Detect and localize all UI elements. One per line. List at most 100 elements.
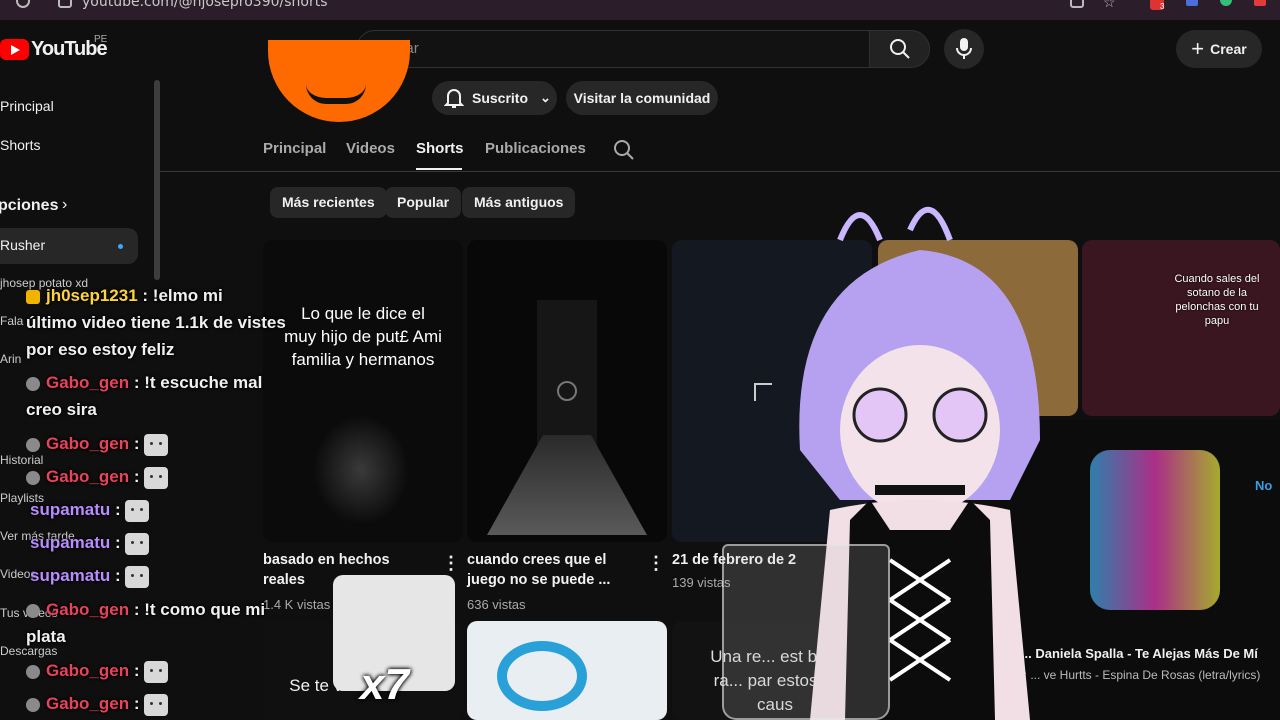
site-info-icon[interactable] xyxy=(58,0,72,8)
sidebar-sub-arin[interactable]: Arin xyxy=(0,352,21,366)
pacifier-image xyxy=(497,641,587,711)
tab-publicaciones[interactable]: Publicaciones xyxy=(485,140,586,157)
create-button[interactable]: + Crear xyxy=(1176,30,1262,68)
chip-popular[interactable]: Popular xyxy=(385,187,462,218)
cast-icon[interactable] xyxy=(1070,0,1084,8)
chevron-right-icon[interactable]: › xyxy=(62,196,67,214)
corridor-floor xyxy=(487,435,647,535)
search-input[interactable]: Buscar xyxy=(356,30,870,68)
short-title-line: cuando crees que el xyxy=(467,552,607,568)
shield-badge-icon xyxy=(26,697,40,712)
sidebar-sub-fala[interactable]: Fala xyxy=(0,314,23,328)
sidebar-section-subscriptions[interactable]: pciones xyxy=(0,197,58,215)
channel-avatar[interactable] xyxy=(268,40,410,122)
chat-text: : xyxy=(133,434,140,453)
chat-username: Gabo_gen xyxy=(46,661,130,680)
tab-shorts[interactable]: Shorts xyxy=(416,140,464,157)
short-thumbnail[interactable] xyxy=(467,240,667,542)
short-thumbnail[interactable]: Lo que le dice el muy hijo de put£ Ami f… xyxy=(263,240,463,542)
sidebar-item-principal[interactable]: Principal xyxy=(0,98,54,114)
extension-red-icon[interactable] xyxy=(1254,0,1266,6)
extension-badge: 3 xyxy=(1160,2,1165,11)
short-thumbnail[interactable] xyxy=(467,621,667,720)
sidebar-scrollbar[interactable] xyxy=(154,80,160,280)
chip-most-recent[interactable]: Más recientes xyxy=(270,187,387,218)
short-title-line: juego no se puede ... xyxy=(467,572,611,588)
chat-message: supamatu : xyxy=(30,529,150,556)
more-options-icon[interactable]: ⋮ xyxy=(442,553,460,574)
short-views: 636 vistas xyxy=(467,597,526,612)
chat-message-cont: por eso estoy feliz xyxy=(26,340,175,359)
chat-message-cont: último video tiene 1.1k de vistes xyxy=(26,313,286,332)
sidebar-sub-rusher[interactable]: Rusher xyxy=(0,237,45,253)
chat-message: Gabo_gen : xyxy=(26,463,169,490)
chat-message-cont: plata xyxy=(26,627,66,646)
chat-message: Gabo_gen : xyxy=(26,657,169,684)
address-bar-url[interactable]: youtube.com/@hjosepro390/shorts xyxy=(82,0,328,10)
short-views: 1.4 K vistas xyxy=(263,597,331,612)
chat-text: : !t como que mi xyxy=(133,600,266,619)
shield-badge-icon xyxy=(26,470,40,485)
glass-image-overlay xyxy=(722,544,890,720)
visit-community-button[interactable]: Visitar la comunidad xyxy=(566,81,718,115)
cat-emote-icon xyxy=(125,565,150,588)
chat-message: Gabo_gen : xyxy=(26,690,169,717)
album-art-text: No xyxy=(1255,478,1273,493)
cat-emote-icon xyxy=(144,433,169,456)
short-thumbnail[interactable]: Cuando sales del sotano de la pelonchas … xyxy=(1082,240,1280,416)
cat-emote-icon xyxy=(125,499,150,522)
cat-emote-icon xyxy=(144,466,169,489)
voice-search-button[interactable] xyxy=(944,29,984,69)
chat-message: Gabo_gen : !t escuche mal xyxy=(26,369,262,396)
chat-text: : xyxy=(133,661,140,680)
shield-badge-icon xyxy=(26,603,40,618)
chevron-down-icon: ⌄ xyxy=(540,90,551,105)
chat-username: Gabo_gen xyxy=(46,600,130,619)
chat-text: : xyxy=(115,500,121,519)
sidebar-item-shorts[interactable]: Shorts xyxy=(0,137,40,153)
thumbnail-overlay-text: Cuando sales del sotano de la pelonchas … xyxy=(1174,273,1260,327)
chat-text: : xyxy=(133,467,140,486)
youtube-play-icon xyxy=(0,39,29,60)
channel-search-icon[interactable] xyxy=(612,138,636,162)
plus-icon: + xyxy=(1191,36,1205,61)
chat-username: jh0sep1231 xyxy=(46,286,138,305)
shield-badge-icon xyxy=(26,437,40,452)
active-tab-indicator xyxy=(416,168,462,170)
cat-emote-icon xyxy=(144,660,169,683)
tabs-divider xyxy=(160,171,1280,172)
chat-text: : xyxy=(115,566,121,585)
focus-frame-icon xyxy=(754,383,772,401)
shield-badge-icon xyxy=(26,376,40,391)
subscribed-button[interactable]: Suscrito ⌄ xyxy=(432,81,557,115)
search-button[interactable] xyxy=(869,30,930,68)
chat-text: : xyxy=(115,533,121,552)
chip-oldest[interactable]: Más antiguos xyxy=(462,187,576,218)
chat-message: supamatu : xyxy=(30,562,150,589)
bell-icon xyxy=(444,89,464,108)
cat-emote-icon xyxy=(144,693,169,716)
country-code: PE xyxy=(94,34,108,45)
chat-username: Gabo_gen xyxy=(46,434,130,453)
subscribed-label: Suscrito xyxy=(472,90,529,106)
creepy-face-image xyxy=(313,415,409,525)
cat-emote-icon xyxy=(125,532,150,555)
more-options-icon[interactable]: ⋮ xyxy=(647,553,665,574)
chat-username: Gabo_gen xyxy=(46,373,130,392)
new-content-dot xyxy=(118,244,123,249)
shield-badge-icon xyxy=(26,664,40,679)
thumbnail-overlay-text: Lo que le dice el muy hijo de put£ Ami f… xyxy=(284,304,442,369)
bookmark-star-icon[interactable]: ☆ xyxy=(1103,0,1116,11)
tab-principal[interactable]: Principal xyxy=(263,140,326,157)
tab-videos[interactable]: Videos xyxy=(346,140,395,157)
short-title[interactable]: cuando crees que el juego no se puede ... xyxy=(467,550,610,590)
chat-text: : xyxy=(133,694,140,713)
crosshair-icon xyxy=(557,381,577,401)
youtube-logo[interactable]: YouTube xyxy=(0,38,108,61)
chat-text: : !t escuche mal xyxy=(133,373,263,392)
chat-message: Gabo_gen : xyxy=(26,430,169,457)
album-art-image xyxy=(1090,450,1220,610)
short-title-line: basado en hechos xyxy=(263,552,390,568)
chat-username: supamatu xyxy=(30,533,111,552)
extension-shield-icon[interactable] xyxy=(1186,0,1198,6)
